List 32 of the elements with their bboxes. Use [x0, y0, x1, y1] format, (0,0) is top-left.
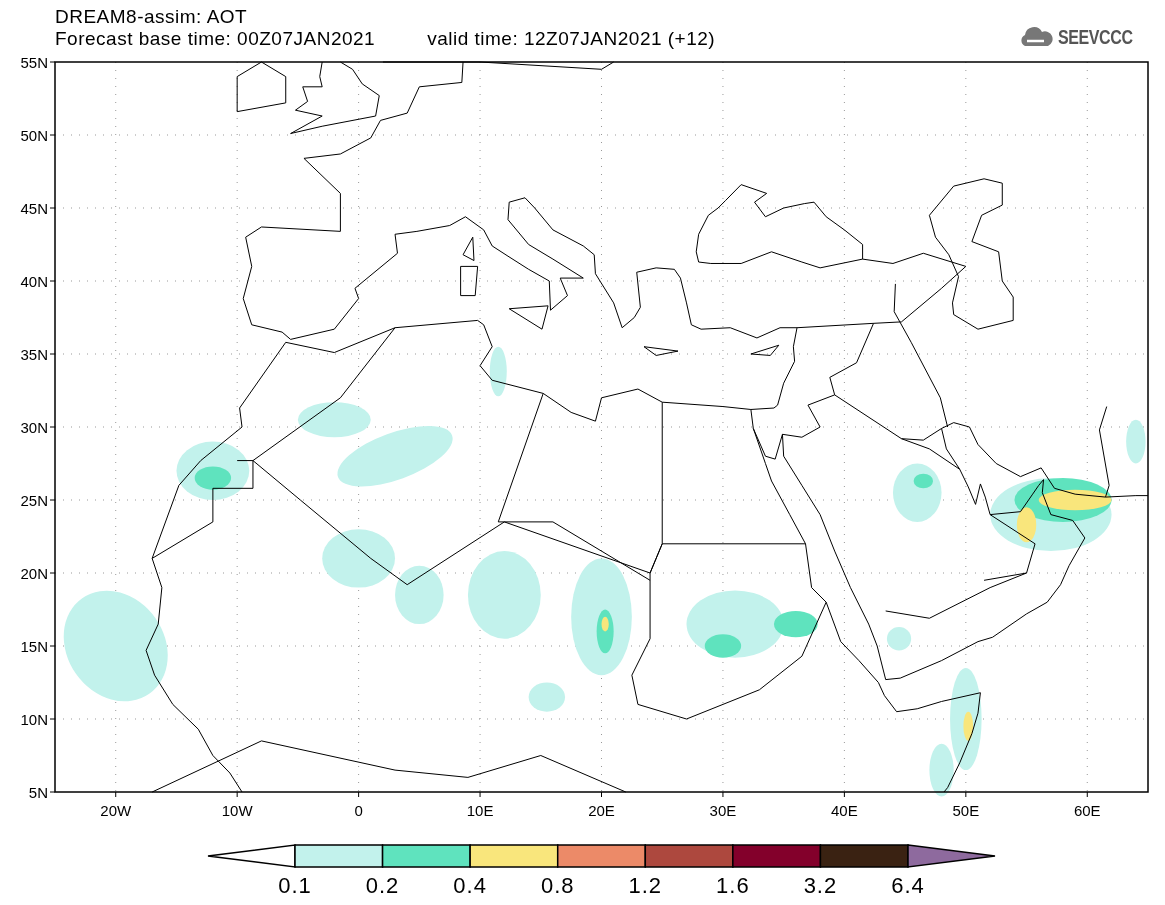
latitude-label: 55N: [20, 54, 48, 71]
color-bar-label: 6.4: [891, 873, 925, 898]
latitude-label: 50N: [20, 127, 48, 144]
chart-title: DREAM8-assim: AOT: [55, 6, 249, 28]
color-bar-label: 0.2: [365, 873, 400, 898]
latitude-label: 40N: [20, 273, 48, 290]
latitude-label: 45N: [20, 200, 48, 217]
base-time-text: Forecast base time: 00Z07JAN2021: [55, 28, 376, 50]
color-bar-label: 1.6: [716, 873, 750, 898]
color-bar-label: 3.2: [803, 873, 838, 898]
longitude-label: 10E: [466, 802, 494, 819]
longitude-label: 20E: [588, 802, 615, 819]
color-bar-label: 0.4: [453, 873, 487, 898]
longitude-label: 0: [354, 802, 363, 819]
longitude-label: 20W: [100, 802, 132, 819]
latitude-label: 30N: [20, 419, 48, 436]
latitude-label: 20N: [20, 565, 48, 582]
valid-time-text: valid time: 12Z07JAN2021 (+12): [427, 28, 716, 50]
longitude-label: 60E: [1073, 802, 1101, 819]
longitude-label: 40E: [831, 802, 858, 819]
latitude-label: 15N: [20, 638, 48, 655]
latitude-label: 10N: [20, 711, 48, 728]
longitude-label: 30E: [709, 802, 737, 819]
latitude-label: 5N: [28, 784, 48, 801]
color-bar-label: 0.1: [278, 873, 312, 898]
color-bar-label: 1.2: [628, 873, 663, 898]
longitude-label: 50E: [952, 802, 980, 819]
latitude-label: 25N: [20, 492, 48, 509]
latitude-label: 35N: [20, 346, 48, 363]
logo-text: SEEVCCC: [1057, 25, 1133, 50]
color-bar-label: 0.8: [540, 873, 575, 898]
longitude-label: 10W: [221, 802, 253, 819]
